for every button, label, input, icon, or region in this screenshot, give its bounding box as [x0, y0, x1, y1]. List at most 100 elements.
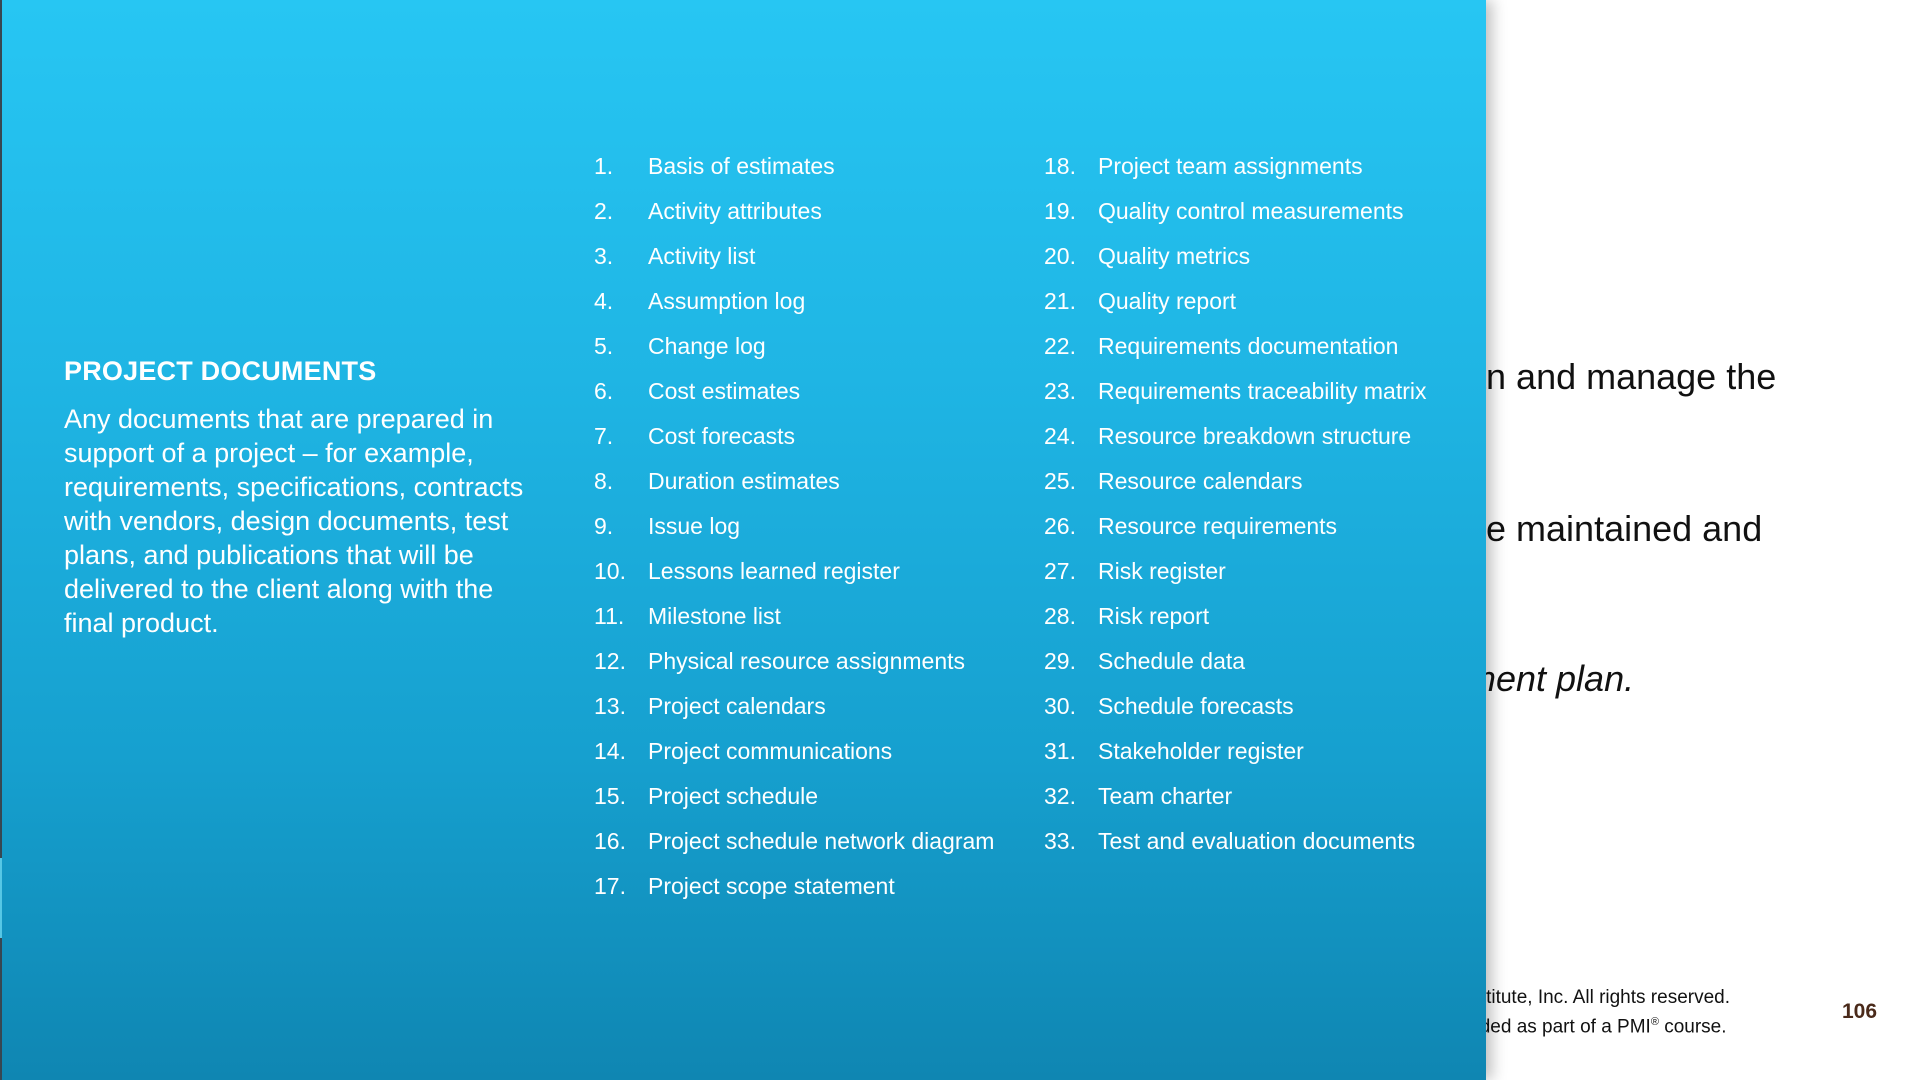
document-item-number: 6. [594, 378, 614, 404]
document-item-label: Risk report [1098, 603, 1210, 629]
document-item-label: Milestone list [648, 603, 781, 629]
document-item-label: Issue log [648, 513, 741, 539]
document-item-number: 4. [594, 288, 614, 314]
document-item-label: Project schedule network diagram [648, 828, 995, 854]
document-item-label: Requirements documentation [1098, 333, 1399, 359]
document-item-number: 12. [594, 648, 626, 674]
slide-text-line-2: be maintained and [1466, 508, 1763, 549]
document-item-number: 10. [594, 558, 626, 584]
document-item-label: Resource requirements [1098, 513, 1338, 539]
slide-text-line-3: ment plan. [1466, 658, 1635, 699]
document-item-number: 26. [1044, 513, 1076, 539]
document-item-label: Resource calendars [1098, 468, 1303, 494]
copyright-footer: nstitute, Inc. All rights reserved. vide… [1466, 986, 1730, 1039]
document-item-label: Stakeholder register [1098, 738, 1304, 764]
document-list-item: 14. Project communications [594, 737, 1014, 766]
document-item-number: 5. [594, 333, 614, 359]
copyright-line-2: vided as part of a PMI® course. [1466, 1010, 1730, 1039]
document-item-label: Project calendars [648, 693, 826, 719]
document-item-number: 14. [594, 738, 626, 764]
glossary-overlay-panel[interactable]: PROJECT DOCUMENTS Any documents that are… [2, 0, 1486, 1080]
document-list-item: 18. Project team assignments [1044, 152, 1464, 181]
document-item-label: Lessons learned register [648, 558, 900, 584]
document-list-item: 20. Quality metrics [1044, 242, 1464, 271]
document-item-label: Duration estimates [648, 468, 840, 494]
document-item-number: 28. [1044, 603, 1076, 629]
document-list-item: 24. Resource breakdown structure [1044, 422, 1464, 451]
document-list-item: 30. Schedule forecasts [1044, 692, 1464, 721]
document-item-number: 15. [594, 783, 626, 809]
document-list-item: 13. Project calendars [594, 692, 1014, 721]
document-item-label: Schedule data [1098, 648, 1246, 674]
document-item-number: 27. [1044, 558, 1076, 584]
document-item-number: 1. [594, 153, 614, 179]
document-list-item: 32. Team charter [1044, 782, 1464, 811]
document-item-number: 20. [1044, 243, 1076, 269]
document-list-item: 16. Project schedule network diagram [594, 827, 1014, 856]
definition-title: PROJECT DOCUMENTS [64, 356, 377, 386]
slide-text-line-1: an and manage the [1466, 356, 1777, 397]
document-item-number: 9. [594, 513, 614, 539]
document-list-item: 9. Issue log [594, 512, 1014, 541]
document-item-label: Activity list [648, 243, 756, 269]
document-list-item: 2. Activity attributes [594, 197, 1014, 226]
document-item-number: 3. [594, 243, 614, 269]
document-list-item: 19. Quality control measurements [1044, 197, 1464, 226]
document-item-number: 29. [1044, 648, 1076, 674]
document-item-number: 23. [1044, 378, 1076, 404]
document-list-item: 12. Physical resource assignments [594, 647, 1014, 676]
document-list-item: 33. Test and evaluation documents [1044, 827, 1464, 856]
document-list-item: 4. Assumption log [594, 287, 1014, 316]
document-item-label: Physical resource assignments [648, 648, 966, 674]
document-list-item: 1. Basis of estimates [594, 152, 1014, 181]
document-item-label: Quality control measurements [1098, 198, 1404, 224]
copyright-line-2-end: course. [1658, 1016, 1727, 1038]
document-item-number: 25. [1044, 468, 1076, 494]
registered-mark: ® [1650, 1016, 1659, 1028]
document-item-label: Project team assignments [1098, 153, 1363, 179]
document-item-number: 32. [1044, 783, 1076, 809]
document-item-number: 18. [1044, 153, 1076, 179]
document-item-label: Requirements traceability matrix [1098, 378, 1427, 404]
document-item-number: 22. [1044, 333, 1076, 359]
copyright-line-1: nstitute, Inc. All rights reserved. [1466, 987, 1731, 1008]
document-list-item: 8. Duration estimates [594, 467, 1014, 496]
document-item-number: 31. [1044, 738, 1076, 764]
document-item-number: 33. [1044, 828, 1076, 854]
definition-body: Any documents that are prepared in suppo… [64, 404, 524, 638]
document-list-item: 10. Lessons learned register [594, 557, 1014, 586]
document-item-number: 21. [1044, 288, 1076, 314]
document-item-label: Project scope statement [648, 873, 895, 899]
document-list-item: 28. Risk report [1044, 602, 1464, 631]
document-list-item: 3. Activity list [594, 242, 1014, 271]
document-list-item: 21. Quality report [1044, 287, 1464, 316]
document-list-item: 15. Project schedule [594, 782, 1014, 811]
slide-stage: an and manage the be maintained and ment… [0, 0, 1920, 1080]
page-number: 106 [1842, 1000, 1878, 1023]
document-item-label: Cost estimates [648, 378, 801, 404]
document-item-label: Test and evaluation documents [1098, 828, 1416, 854]
document-item-number: 7. [594, 423, 614, 449]
document-item-label: Quality metrics [1098, 243, 1251, 269]
document-item-label: Team charter [1098, 783, 1233, 809]
document-list-item: 29. Schedule data [1044, 647, 1464, 676]
document-item-number: 19. [1044, 198, 1076, 224]
document-item-number: 11. [594, 603, 625, 629]
document-list-item: 22. Requirements documentation [1044, 332, 1464, 361]
document-list-item: 11. Milestone list [594, 602, 1014, 631]
document-item-label: Activity attributes [648, 198, 822, 224]
document-item-label: Quality report [1098, 288, 1237, 314]
document-item-number: 30. [1044, 693, 1076, 719]
document-item-number: 17. [594, 873, 626, 899]
document-list-item: 25. Resource calendars [1044, 467, 1464, 496]
document-item-label: Change log [648, 333, 766, 359]
document-item-number: 24. [1044, 423, 1076, 449]
documents-list-column-1: 1. Basis of estimates 2. Activity attribute… [594, 152, 1014, 917]
document-item-number: 13. [594, 693, 626, 719]
document-list-item: 26. Resource requirements [1044, 512, 1464, 541]
document-item-label: Project communications [648, 738, 893, 764]
document-item-number: 8. [594, 468, 614, 494]
document-list-item: 7. Cost forecasts [594, 422, 1014, 451]
document-list-item: 6. Cost estimates [594, 377, 1014, 406]
documents-list-column-2: 18. Project team assignments 19. Quality co… [1044, 152, 1464, 872]
